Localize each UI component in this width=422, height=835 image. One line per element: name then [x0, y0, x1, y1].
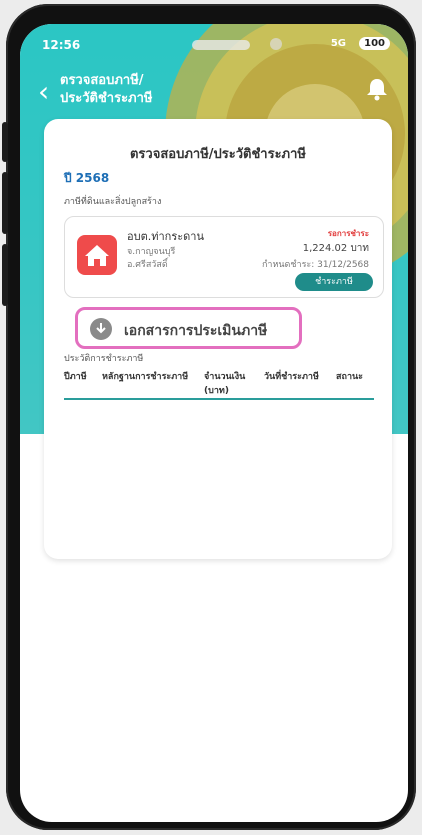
page-title-line2: ประวัติชำระภาษี: [60, 91, 153, 106]
back-button[interactable]: ‹: [38, 78, 49, 106]
item-district: อ.ศรีสวัสดิ์: [127, 260, 168, 270]
house-icon: [77, 235, 117, 275]
page-title-line1: ตรวจสอบภาษี/: [60, 73, 144, 88]
col-receipt: หลักฐานการชำระภาษี: [102, 372, 189, 382]
card-title: ตรวจสอบภาษี/ประวัติชำระภาษี: [129, 147, 306, 162]
pay-tax-button[interactable]: ชำระภาษี: [295, 273, 373, 291]
download-icon: [90, 318, 112, 340]
status-time: 12:56: [42, 38, 81, 52]
tax-item[interactable]: อบต.ท่ากระดาน จ.กาญจนบุรี อ.ศรีสวัสดิ์ ร…: [64, 216, 384, 298]
tax-assessment-document-button[interactable]: เอกสารการประเมินภาษี: [75, 307, 302, 349]
col-paid-date: วันที่ชำระภาษี: [264, 372, 319, 382]
battery-icon: 100: [359, 37, 390, 50]
payment-status: รอการชำระ: [327, 229, 369, 238]
item-province: จ.กาญจนบุรี: [127, 247, 176, 257]
bell-icon[interactable]: [364, 76, 390, 102]
col-status: สถานะ: [336, 372, 363, 382]
phone-frame: PARTMENT 12:56 5G 100 ‹ ตรวจสอบภาษี/ ประ…: [2, 4, 416, 830]
col-amount: จำนวนเงิน (บาท): [204, 372, 246, 396]
status-bar: 12:56 5G 100: [42, 37, 390, 58]
notch-pill: [192, 40, 250, 50]
col-tax-year: ปีภาษี: [64, 372, 87, 382]
table-divider: [64, 398, 374, 400]
amount-due: 1,224.02 บาท: [302, 243, 369, 254]
due-date: กำหนดชำระ: 31/12/2568: [261, 260, 369, 270]
page-title: ตรวจสอบภาษี/ ประวัติชำระภาษี: [60, 72, 180, 108]
section-label: ภาษีที่ดินและสิ่งปลูกสร้าง: [64, 197, 162, 207]
signal-icon: 5G: [330, 38, 346, 49]
item-name: อบต.ท่ากระดาน: [127, 230, 204, 243]
history-label: ประวัติการชำระภาษี: [64, 354, 144, 364]
camera-dot: [270, 38, 282, 50]
screen: PARTMENT 12:56 5G 100 ‹ ตรวจสอบภาษี/ ประ…: [20, 24, 408, 822]
tax-year: ปี 2568: [64, 171, 110, 185]
history-table-header: ปีภาษี หลักฐานการชำระภาษี จำนวนเงิน (บาท…: [64, 369, 374, 399]
doc-button-label: เอกสารการประเมินภาษี: [124, 323, 268, 339]
